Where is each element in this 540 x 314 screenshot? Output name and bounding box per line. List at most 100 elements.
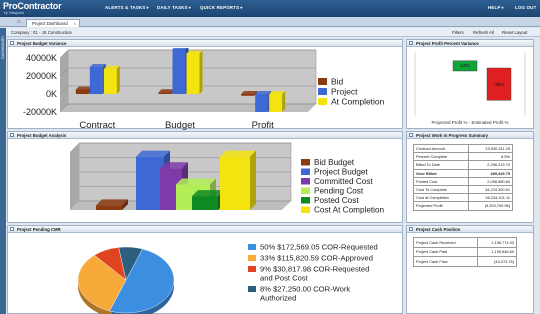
- bar-pending-cost-top: [176, 178, 216, 185]
- chart-side-wall: [60, 50, 68, 112]
- legend-label: 9% $30,817.98 COR-Requested: [260, 265, 369, 274]
- home-icon[interactable]: ⌂: [17, 19, 23, 25]
- panel-title: Project Work In Progress Summary: [416, 133, 489, 138]
- legend-label: Bid: [331, 77, 344, 87]
- app-logo[interactable]: ProContractor: [3, 1, 62, 11]
- bar-cost-at-completion-top: [220, 150, 256, 157]
- legend-label: 33% $115,820.59 COR-Approved: [260, 254, 373, 263]
- table-row: Project Cash Received 1,156,774.93: [413, 237, 517, 248]
- row-value: 8.5%: [468, 152, 513, 162]
- y-tick-label: 0K: [46, 89, 57, 99]
- top-navigation: ProContractor by Viewpoint ALERTS & TASK…: [0, 0, 540, 17]
- legend-swatch: [248, 286, 256, 292]
- bar-project: [255, 94, 269, 112]
- wip-table: Contract Amount 23,930,311.25 Percent Comp…: [412, 143, 513, 211]
- cash-table: Project Cash Received 1,156,774.93 Project…: [413, 237, 517, 267]
- nav-quick-reports-label: QUICK REPORTS: [200, 5, 240, 10]
- table-row: Projected Profit (5,303,790.96): [412, 201, 513, 211]
- panel-header: Project Budget Analysis: [8, 132, 402, 139]
- nav-quick-reports[interactable]: QUICK REPORTS▾: [200, 5, 242, 10]
- row-value: 1,156,774.93: [476, 237, 517, 248]
- table-row: Over Billed 289,429.75: [412, 168, 513, 178]
- bar-project: [172, 49, 186, 94]
- filters-link[interactable]: Filters: [452, 30, 464, 35]
- row-value: 2,008,880.60: [468, 176, 513, 186]
- panel-budget-variance: Project Budget Variance 40000K 20000K 0K -2…: [7, 39, 403, 130]
- row-value: 36,234,101.11: [468, 193, 513, 203]
- reset-layout-link[interactable]: Reset Layout: [502, 30, 527, 35]
- row-value: 34,224,300.51: [468, 184, 513, 195]
- tab-strip: ⌂ Project Dashboard ×: [0, 17, 540, 27]
- panel-icon: [10, 227, 14, 231]
- table-row: Project Cash Paid 1,199,848.69: [413, 246, 517, 257]
- nav-help[interactable]: HELP▾: [488, 5, 504, 10]
- bar-bid: [158, 92, 172, 94]
- side-strip[interactable]: DASHBOARD: [0, 28, 6, 314]
- tab-project-dashboard[interactable]: Project Dashboard ×: [26, 18, 80, 27]
- legend-swatch: [301, 178, 310, 185]
- table-row: Billed To Date 2,296,219.70: [412, 160, 513, 170]
- company-selector[interactable]: Company : 01 - JS Construction: [11, 30, 72, 35]
- legend-swatch: [248, 244, 256, 250]
- panel-title: Project Budget Variance: [17, 41, 67, 46]
- x-tick-label: Contract: [79, 120, 115, 130]
- bar-at-completion-side: [282, 91, 286, 112]
- bar-bid-budget: [96, 205, 122, 210]
- panel-icon: [10, 41, 14, 45]
- panel-header: Project Cash Position: [407, 226, 533, 233]
- row-label: Cost To Complete: [412, 184, 470, 195]
- budget-variance-chart: 40000K 20000K 0K -20000K Contract Budget Profi…: [23, 48, 385, 130]
- row-value: 2,296,219.70: [468, 160, 513, 170]
- row-label: Percent Complete: [412, 152, 470, 162]
- nav-alerts-tasks[interactable]: ALERTS & TASKS▾: [105, 5, 149, 10]
- y-tick-label: 20000K: [26, 71, 57, 81]
- legend-label: Bid Budget: [314, 158, 355, 167]
- row-value: (43,073.76): [476, 256, 517, 267]
- row-value: 1,199,848.69: [476, 246, 517, 257]
- legend-label: Project Budget: [314, 168, 368, 177]
- panel-cash-position: Project Cash Position Project Cash Recei…: [406, 225, 534, 314]
- row-label: Cost at Completion: [412, 193, 470, 203]
- bar-posted-cost: [192, 196, 218, 210]
- row-label: Contract Amount: [412, 143, 470, 154]
- close-icon[interactable]: ×: [74, 21, 76, 26]
- legend-swatch: [301, 206, 310, 213]
- nav-daily-tasks[interactable]: DAILY TASKS▾: [157, 5, 191, 10]
- chevron-down-icon: ▾: [188, 5, 191, 10]
- legend-swatch: [318, 88, 327, 95]
- budget-analysis-chart: Bid BudgetProject BudgetCommitted CostPe…: [70, 142, 385, 215]
- bar-at-completion: [186, 53, 200, 94]
- profit-variance-chart: 12% -38% Projected Profit % - Estimated Pr…: [414, 52, 526, 125]
- bar-project: [89, 67, 103, 94]
- chart-side-wall: [70, 143, 79, 210]
- legend-label: Committed Cost: [314, 177, 373, 186]
- row-value: 23,930,311.25: [468, 143, 513, 154]
- row-label: Billed To Date: [412, 160, 470, 170]
- legend-label: Authorized: [260, 294, 296, 303]
- nav-log-out[interactable]: LOG OUT: [515, 5, 536, 10]
- x-tick-label: Profit: [252, 120, 275, 130]
- legend-swatch: [248, 255, 256, 261]
- bar-project-budget: [136, 156, 164, 210]
- row-label: Over Billed: [412, 168, 470, 178]
- panel-header: Project Budget Variance: [8, 40, 402, 47]
- legend-label: and Post Cost: [260, 274, 309, 283]
- legend-label: Posted Cost: [314, 196, 359, 205]
- legend-label: 50% $172,569.05 COR-Requested: [260, 243, 378, 252]
- panel-budget-analysis: Project Budget Analysis Bid Budget Projec…: [7, 131, 403, 223]
- refresh-all-link[interactable]: Refresh All: [473, 30, 494, 35]
- table-row: Cost at Completion 36,234,101.11: [412, 193, 513, 203]
- nav-alerts-tasks-label: ALERTS & TASKS: [105, 5, 146, 10]
- legend-swatch: [318, 78, 327, 85]
- company-bar: Company : 01 - JS Construction Filters R…: [6, 28, 540, 37]
- bar-cost-at-completion-side: [250, 150, 256, 210]
- panel-title: Project Profit Percent Variance: [416, 41, 479, 46]
- row-value: 289,429.75: [468, 168, 513, 178]
- side-strip-label: DASHBOARD: [0, 36, 5, 59]
- row-label: Posted Cost: [412, 176, 470, 186]
- panel-pending-cmr: Project Pending CMR 50% $172,569.05 COR-…: [7, 225, 403, 314]
- row-label: Project Cash Received: [413, 237, 478, 248]
- panel-icon: [409, 41, 413, 45]
- panel-title: Project Budget Analysis: [17, 133, 67, 138]
- legend-label: At Completion: [331, 97, 385, 107]
